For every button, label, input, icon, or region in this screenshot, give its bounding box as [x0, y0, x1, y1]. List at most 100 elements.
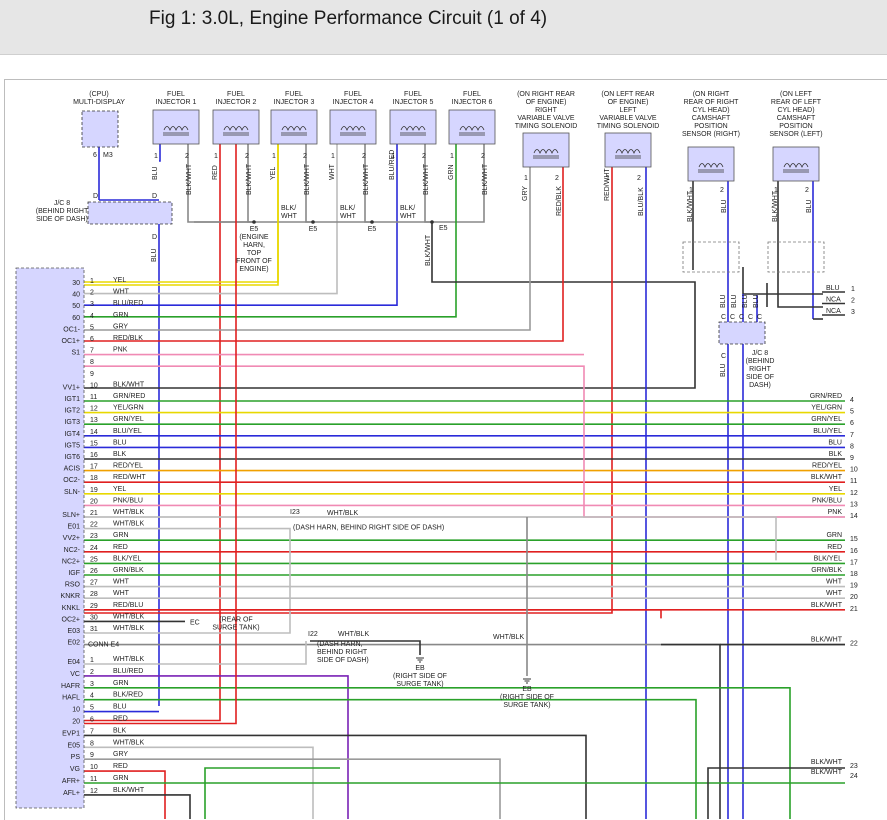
right-wire-num: 23 [850, 763, 858, 770]
vvt-wire [84, 167, 613, 614]
ecm-wire-label: WHT/BLK [113, 625, 144, 632]
right-wire-label: GRN/RED [810, 393, 842, 400]
right-wire-label: BLU [828, 439, 842, 446]
eb-label: EB [415, 665, 425, 672]
ecm-terminal: HAFL [62, 695, 80, 702]
ecm-wire-label: WHT [113, 579, 130, 586]
ecm-pin: 24 [90, 545, 98, 552]
ecm-pin: 9 [90, 752, 94, 759]
injector-wire-label: YEL [270, 167, 277, 180]
wiring-diagram: (CPU)MULTI-DISPLAY6 M3J/C 8(BEHIND RIGHTS… [15, 91, 858, 819]
injector-pin: 1 [154, 153, 158, 160]
jc8-pin: D [152, 193, 157, 200]
ecm-pin: 8 [90, 740, 94, 747]
eb-label: EB [522, 686, 532, 693]
jc8-right-pin: C [748, 314, 753, 321]
jc8-right-label: DASH) [749, 382, 771, 389]
ecm-terminal: VG [70, 766, 80, 773]
ecm-pin: 11 [90, 776, 97, 783]
right-wire-label: BLU/YEL [813, 428, 842, 435]
ec-label: EC [190, 619, 200, 626]
injector-wire-label: BLK/WHT [304, 163, 311, 195]
right-wire-num: 6 [850, 420, 854, 427]
component-box [687, 146, 735, 182]
injector-label: FUEL [404, 91, 422, 98]
right-wire-num: 13 [850, 501, 858, 508]
ecm-pin: 1 [90, 278, 94, 285]
ecm-pin: 6 [90, 336, 94, 343]
injector-label: INJECTOR 3 [274, 99, 315, 106]
ecm-pin: 15 [90, 440, 98, 447]
cam-sensor-right-pin: 2 [720, 187, 724, 194]
vvt-solenoid-left-wire-label: RED/WHT [604, 168, 611, 201]
ecm-pin: 7 [90, 348, 94, 355]
i23-id: I23 [290, 509, 300, 516]
vvt-solenoid-left-label: VARIABLE VALVE [599, 115, 657, 122]
ecm-pin: 3 [90, 301, 94, 308]
right-wire-label: BLK/WHT [811, 759, 843, 766]
right-term-num: 3 [851, 309, 855, 316]
ecm-terminal: OC2+ [62, 616, 80, 623]
ecm-wire-label: RED [113, 544, 128, 551]
conn-label: CONN E4 [88, 642, 119, 649]
right-wire-label: RED [827, 544, 842, 551]
ecm-pin: 14 [90, 429, 98, 436]
ecm-pin: 17 [90, 464, 98, 471]
ecm-terminal: SLN+ [62, 512, 80, 519]
e5-label: (ENGINE [239, 234, 269, 241]
right-wire-num: 7 [850, 432, 854, 439]
ecm-bottom-wire [84, 794, 191, 819]
shield-wire [777, 270, 823, 308]
ecm-wire-label: GRN/YEL [113, 416, 144, 423]
right-wire-num: 14 [850, 513, 858, 520]
cam-sensor-left-label: POSITION [779, 123, 812, 130]
e5-wire-label: BLK/ [400, 205, 415, 212]
ecm-terminal: VV2+ [63, 535, 80, 542]
cam-sensor-right-label: CYL HEAD) [692, 107, 729, 114]
jc8-right-wire-label: BLU [753, 294, 760, 308]
cpu-label: MULTI-DISPLAY [73, 99, 125, 106]
jc8-top-label: J/C 8 [54, 200, 70, 207]
cpu-box [81, 110, 119, 148]
cam-sensor-right-label: POSITION [694, 123, 727, 130]
ec-note: (REAR OF [219, 616, 252, 623]
right-wire-label: RED/YEL [812, 463, 842, 470]
right-wire-num: 8 [850, 443, 854, 450]
ecm-terminal: RSO [65, 582, 81, 589]
fuel-injector-5 [389, 109, 437, 145]
ecm-terminal: ACIS [64, 466, 81, 473]
injector-label: INJECTOR 5 [393, 99, 434, 106]
vvt-solenoid-left [604, 132, 652, 168]
right-wire-label: PNK [828, 509, 843, 516]
right-wire-label: GRN/BLK [811, 567, 842, 574]
vvt-solenoid-right-pin: 2 [555, 175, 559, 182]
ecm-terminal: NC2+ [62, 558, 80, 565]
right-wire-label: YEL/GRN [811, 405, 842, 412]
injector-label: FUEL [227, 91, 245, 98]
ecm-pin: 8 [90, 359, 94, 366]
right-term-num: 2 [851, 298, 855, 305]
right-wire-num: 17 [850, 559, 858, 566]
cam-sensor-right-wire-label: BLK/WHT [687, 190, 694, 222]
cam-sensor-left-shield [767, 241, 825, 273]
component-box [152, 109, 200, 145]
cam-sensor-right-shield [682, 241, 740, 273]
e5-wire-label: BLK/ [281, 205, 296, 212]
vvt-solenoid-right-pin: 1 [524, 175, 528, 182]
cam-sensor-left-wire-label: BLU [806, 199, 813, 213]
ecm-terminal: OC1+ [62, 338, 80, 345]
ecm-wire-label: GRY [113, 751, 128, 758]
e02-wire [661, 643, 721, 819]
right-term-num: 1 [851, 286, 855, 293]
ecm-wire-label: WHT/BLK [113, 613, 144, 620]
right-wire-label: BLK/WHT [811, 602, 843, 609]
ecm-pin: 21 [90, 510, 98, 517]
ecm-pin: 4 [90, 693, 94, 700]
cam-sensor-left-label: (ON LEFT [780, 91, 813, 98]
ecm-wire-label: RED [113, 763, 128, 770]
ecm-terminal: VV1+ [63, 384, 80, 391]
ecm-pin: 10 [90, 382, 98, 389]
right-wire-num: 10 [850, 467, 858, 474]
ecm-terminal: VC [70, 671, 80, 678]
vvt-solenoid-right-label: (ON RIGHT REAR [517, 91, 575, 98]
